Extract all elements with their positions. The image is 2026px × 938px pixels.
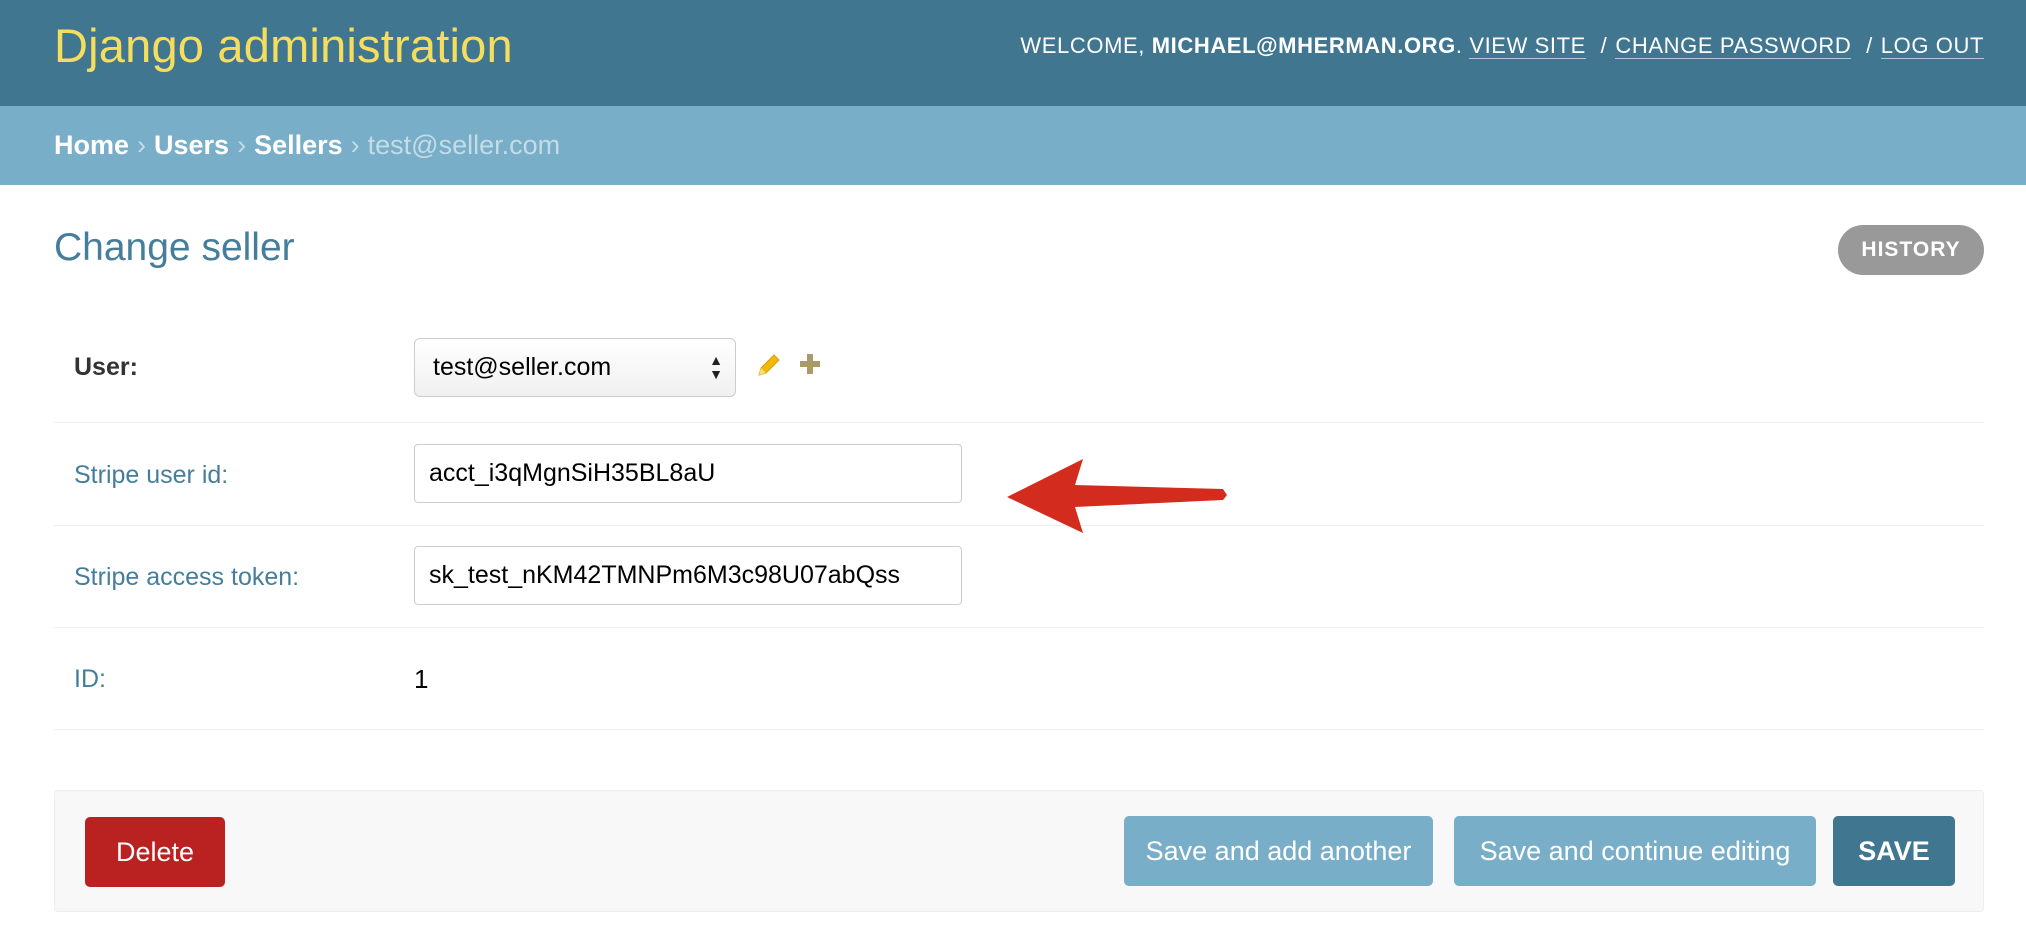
form-row-stripe-access-token: Stripe access token: sk_test_nKM42TMNPm6…: [54, 526, 1984, 628]
id-label: ID:: [74, 665, 106, 693]
header: Django administration WELCOME, MICHAEL@M…: [0, 0, 2026, 106]
user-tools: WELCOME, MICHAEL@MHERMAN.ORG. VIEW SITE …: [1020, 33, 1984, 59]
change-password-link[interactable]: CHANGE PASSWORD: [1615, 33, 1852, 59]
submit-row: Delete Save and add another Save and con…: [54, 790, 1984, 912]
stripe-user-id-field[interactable]: acct_i3qMgnSiH35BL8aU: [414, 444, 962, 503]
page-title: Change seller: [54, 226, 295, 269]
form-row-id: ID: 1: [54, 628, 1984, 730]
username-suffix: .: [1455, 33, 1463, 58]
stripe-access-token-field[interactable]: sk_test_nKM42TMNPm6M3c98U07abQss: [414, 546, 962, 605]
log-out-link[interactable]: LOG OUT: [1880, 33, 1984, 59]
id-value: 1: [414, 664, 429, 694]
site-branding[interactable]: Django administration: [54, 18, 513, 73]
user-select[interactable]: test@seller.com ▲ ▼: [414, 338, 736, 397]
breadcrumb: Home › Users › Sellers › test@seller.com: [0, 106, 2026, 185]
breadcrumb-home[interactable]: Home: [54, 130, 129, 161]
stripe-user-id-label: Stripe user id:: [74, 461, 229, 489]
user-tools-separator: /: [1600, 33, 1608, 58]
user-tools-separator: /: [1866, 33, 1873, 58]
breadcrumb-separator: ›: [137, 130, 147, 160]
username: MICHAEL@MHERMAN.ORG: [1151, 33, 1456, 58]
stripe-access-token-label: Stripe access token:: [74, 563, 300, 591]
save-and-add-another-button[interactable]: Save and add another: [1124, 816, 1433, 886]
user-select-value: test@seller.com: [433, 353, 612, 381]
view-site-link[interactable]: VIEW SITE: [1469, 33, 1586, 59]
welcome-text: WELCOME,: [1020, 33, 1145, 58]
breadcrumb-users[interactable]: Users: [154, 130, 229, 161]
breadcrumb-current: test@seller.com: [367, 130, 561, 160]
form-row-user: User: test@seller.com ▲ ▼: [54, 320, 1984, 423]
user-label: User:: [74, 353, 138, 381]
breadcrumb-separator: ›: [237, 130, 247, 160]
pencil-icon[interactable]: [754, 350, 784, 380]
delete-button[interactable]: Delete: [85, 817, 225, 887]
save-and-continue-button[interactable]: Save and continue editing: [1454, 816, 1816, 886]
breadcrumb-sellers[interactable]: Sellers: [254, 130, 343, 161]
save-button[interactable]: SAVE: [1833, 816, 1955, 886]
breadcrumb-separator: ›: [350, 130, 360, 160]
plus-icon[interactable]: [797, 351, 823, 377]
select-arrows-icon: ▲ ▼: [709, 352, 723, 382]
red-arrow-annotation: [1007, 459, 1227, 533]
history-button[interactable]: HISTORY: [1838, 225, 1984, 275]
